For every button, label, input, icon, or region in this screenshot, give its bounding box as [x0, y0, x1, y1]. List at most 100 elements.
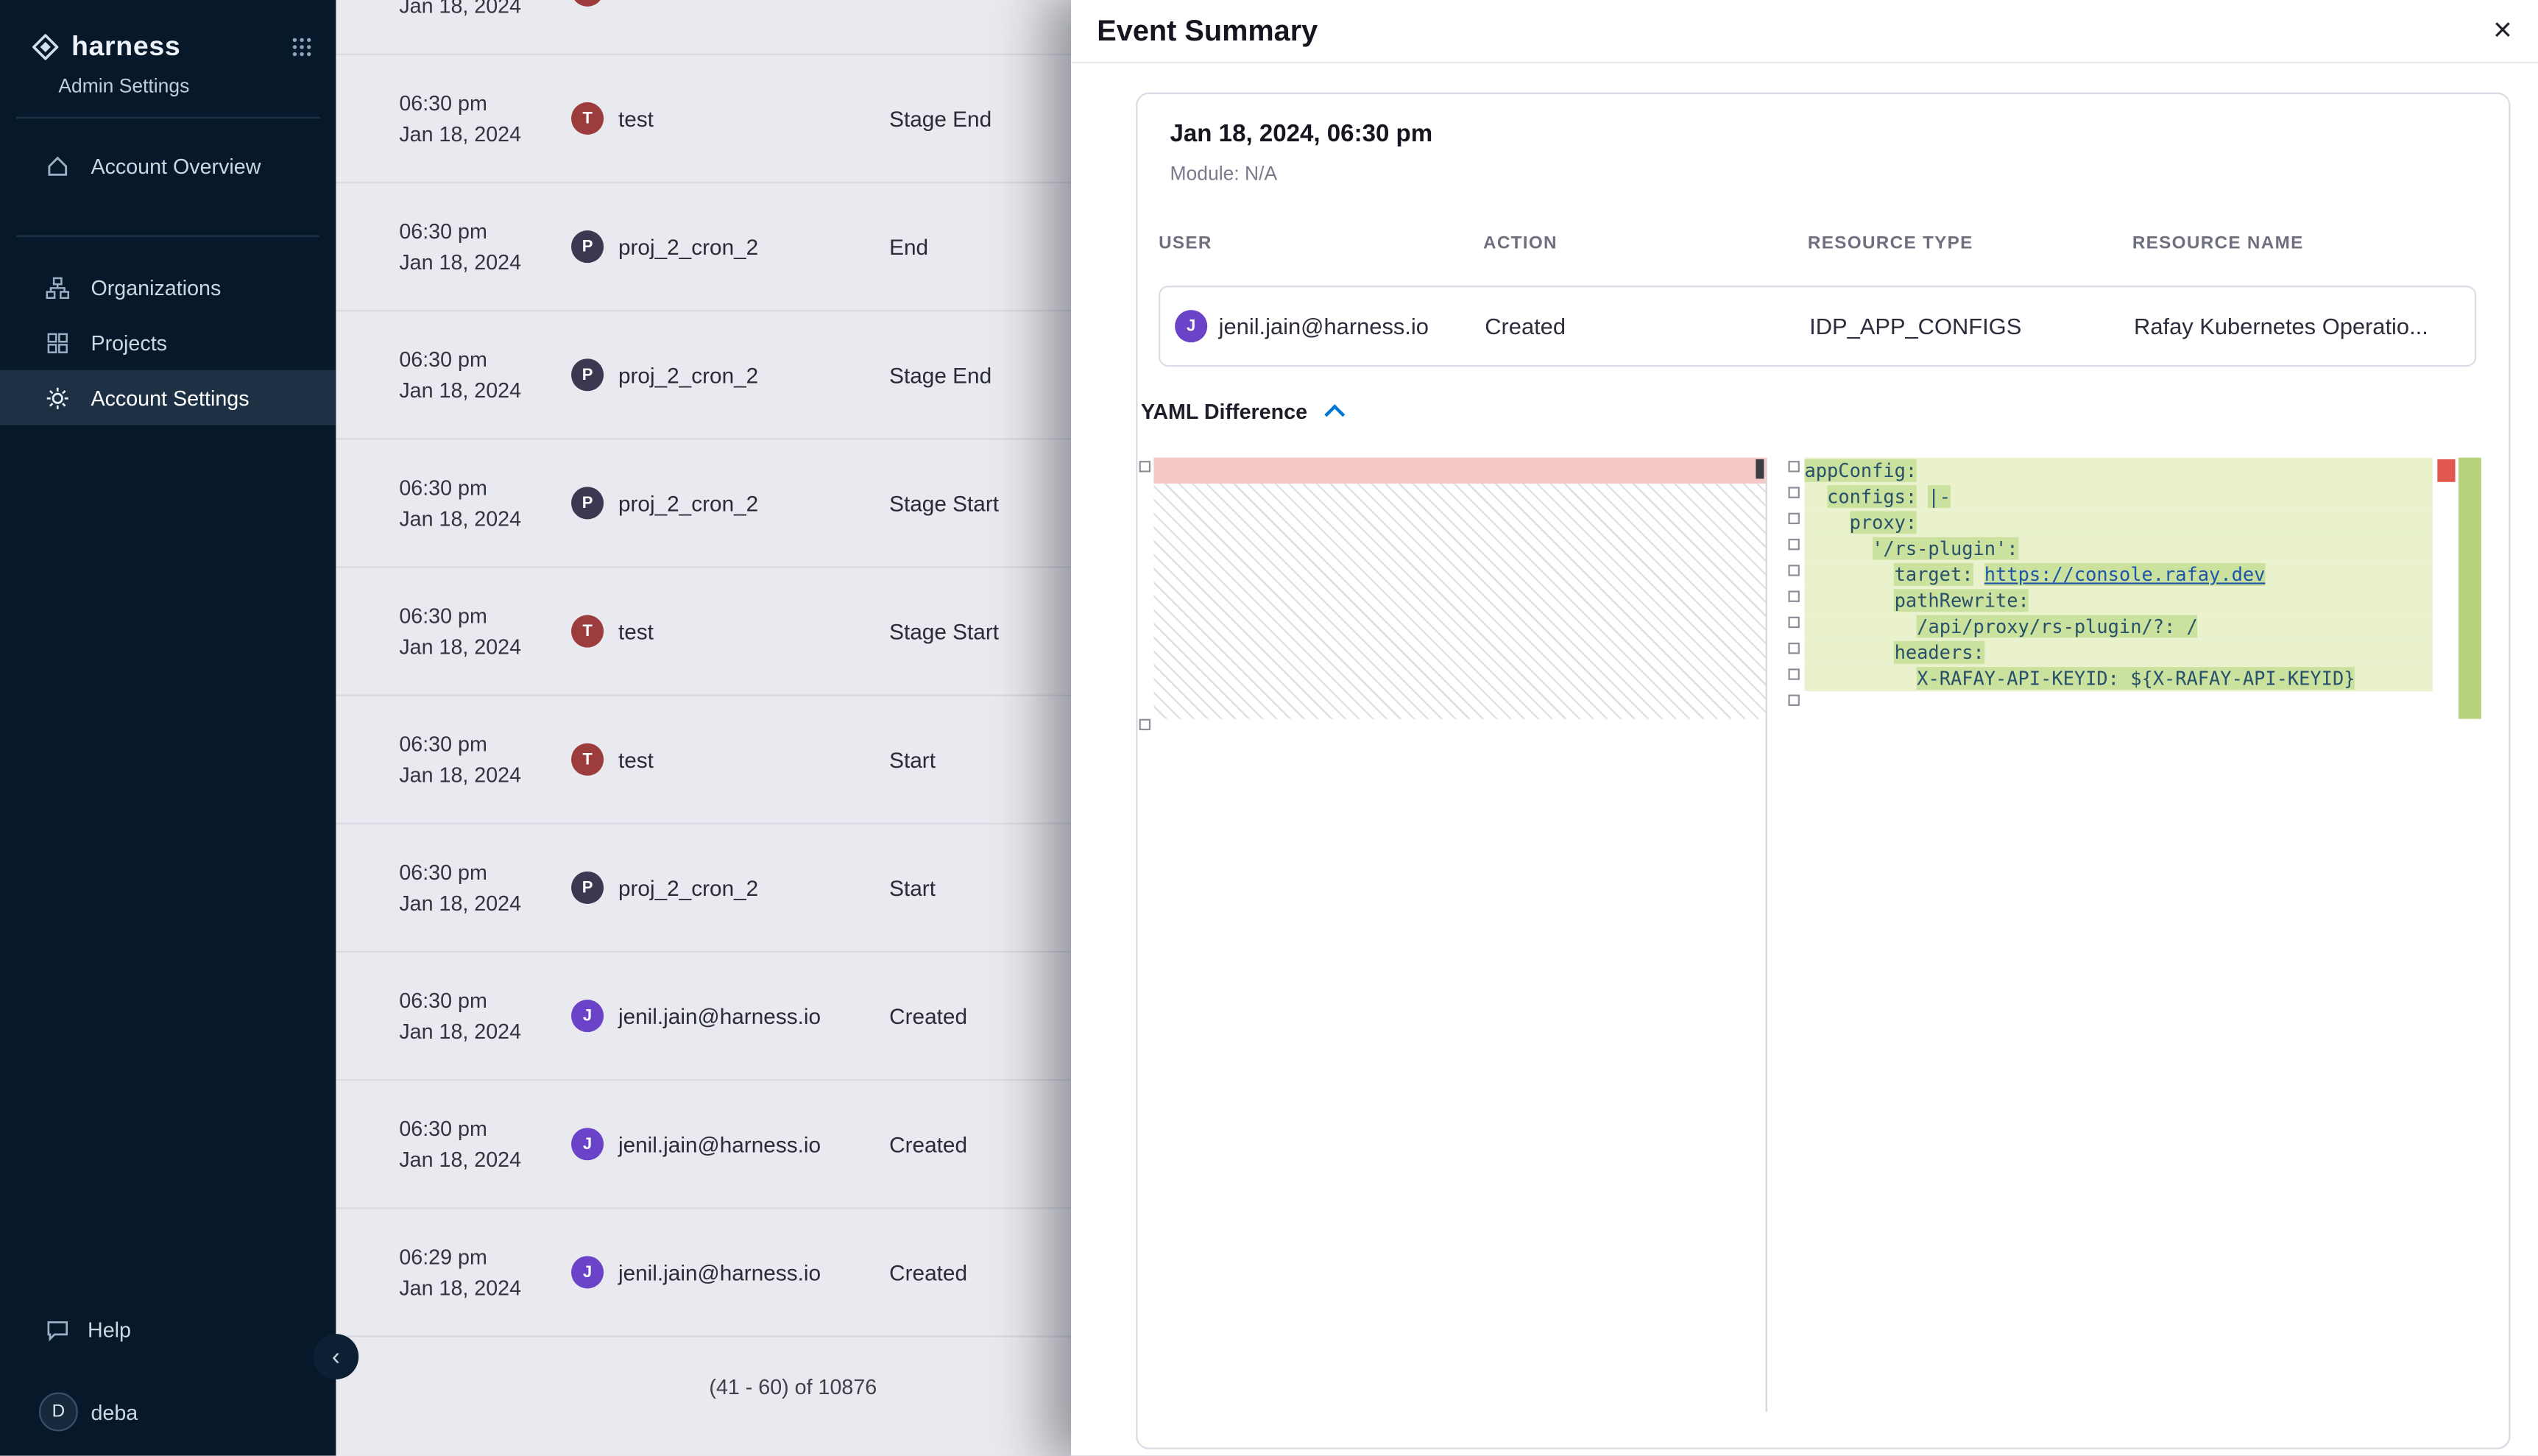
diff-fold-marker[interactable]	[1788, 695, 1799, 706]
yaml-diff-viewer: appConfig: configs: |- proxy: '/rs-plugi…	[1139, 458, 2481, 1412]
drawer-title: Event Summary	[1097, 0, 1318, 62]
row-time: 06:30 pm	[399, 476, 571, 500]
sidebar-item-projects[interactable]: Projects	[0, 315, 336, 370]
row-user: P proj_2_cron_2	[571, 872, 889, 904]
event-resource-type: IDP_APP_CONFIGS	[1809, 287, 2021, 365]
diff-added-line: configs: |-	[1805, 484, 2433, 509]
user-name: deba	[91, 1399, 138, 1424]
diff-removed-marker	[1756, 459, 1764, 478]
diff-fold-marker[interactable]	[1788, 668, 1799, 679]
row-action: End	[889, 0, 928, 2]
row-date: Jan 18, 2024	[399, 1148, 571, 1172]
table-row[interactable]: 06:30 pm Jan 18, 2024 P proj_2_cron_2 St…	[336, 824, 1136, 953]
module-grid-icon[interactable]	[291, 36, 314, 59]
table-row-inner: 06:30 pm Jan 18, 2024 T test Stage Start	[336, 568, 1136, 695]
table-row-inner: 06:30 pm Jan 18, 2024 P proj_2_cron_2 St…	[336, 439, 1136, 566]
row-date: Jan 18, 2024	[399, 763, 571, 787]
table-row[interactable]: 06:30 pm Jan 18, 2024 J jenil.jain@harne…	[336, 1081, 1136, 1209]
table-row-inner: 06:30 pm Jan 18, 2024 P proj_2_cron_2 St…	[336, 311, 1136, 438]
row-action: Stage End	[889, 106, 991, 130]
user-menu[interactable]: D deba	[39, 1393, 138, 1432]
row-timestamp: 06:30 pm Jan 18, 2024	[399, 347, 571, 403]
help-button[interactable]: Help	[46, 1318, 131, 1342]
event-resource-name: Rafay Kubernetes Operatio...	[2134, 287, 2481, 365]
sidebar-item-label: Projects	[91, 331, 167, 355]
table-row[interactable]: 06:30 pm Jan 18, 2024 T test Start	[336, 696, 1136, 824]
diff-fold-marker[interactable]	[1788, 461, 1799, 472]
row-user: J jenil.jain@harness.io	[571, 1256, 889, 1288]
diff-fold-marker[interactable]	[1139, 461, 1150, 472]
row-user: J jenil.jain@harness.io	[571, 1128, 889, 1160]
diff-fold-marker[interactable]	[1788, 539, 1799, 550]
row-time: 06:30 pm	[399, 347, 571, 372]
diff-added-line: '/rs-plugin':	[1805, 536, 2433, 562]
diff-fold-marker[interactable]	[1788, 565, 1799, 576]
diff-empty-filler	[1153, 484, 1765, 719]
diff-fold-marker[interactable]	[1139, 719, 1150, 730]
diff-link[interactable]: https://console.rafay.dev	[1984, 563, 2266, 586]
diff-fold-marker[interactable]	[1788, 513, 1799, 524]
sidebar-item-account-settings[interactable]: Account Settings	[0, 370, 336, 425]
table-row[interactable]: 06:30 pm Jan 18, 2024 P proj_2_cron_2 St…	[336, 311, 1136, 439]
diff-fold-marker[interactable]	[1788, 487, 1799, 498]
home-icon	[46, 153, 70, 177]
sidebar-item-account-overview[interactable]: Account Overview	[0, 138, 336, 193]
table-row[interactable]: 06:30 pm Jan 18, 2024 T test Stage Start	[336, 568, 1136, 696]
diff-fold-marker[interactable]	[1788, 590, 1799, 601]
row-user: T test	[571, 615, 889, 648]
row-date: Jan 18, 2024	[399, 1276, 571, 1300]
diff-removed-line	[1153, 458, 1765, 484]
diff-fold-marker[interactable]	[1788, 643, 1799, 654]
col-header-action: ACTION	[1483, 233, 1558, 252]
module-label: Module: N/A	[1170, 162, 1278, 185]
sidebar-divider	[16, 117, 319, 119]
gear-icon	[46, 386, 70, 410]
row-date: Jan 18, 2024	[399, 635, 571, 659]
diff-added-line: headers:	[1805, 640, 2433, 665]
row-date: Jan 18, 2024	[399, 891, 571, 915]
diff-gutter-left	[1139, 458, 1153, 1412]
table-row[interactable]: 06:30 pm Jan 18, 2024 T test End	[336, 0, 1136, 55]
col-header-resource-type: RESOURCE TYPE	[1808, 233, 1973, 252]
diff-fold-marker[interactable]	[1788, 617, 1799, 628]
row-user: P proj_2_cron_2	[571, 358, 889, 391]
table-row-inner: 06:30 pm Jan 18, 2024 J jenil.jain@harne…	[336, 1081, 1136, 1207]
user-avatar: D	[39, 1393, 78, 1432]
table-row[interactable]: 06:30 pm Jan 18, 2024 T test Stage End	[336, 55, 1136, 183]
row-avatar: P	[571, 358, 604, 391]
row-user: T test	[571, 102, 889, 135]
sidebar-collapse-button[interactable]: ‹	[313, 1334, 358, 1379]
table-row[interactable]: 06:30 pm Jan 18, 2024 P proj_2_cron_2 St…	[336, 439, 1136, 568]
row-avatar: T	[571, 102, 604, 135]
diff-added-line: appConfig:	[1805, 458, 2433, 484]
row-user: T test	[571, 0, 889, 7]
row-avatar: J	[571, 1256, 604, 1288]
row-action: Stage End	[889, 363, 991, 387]
sidebar-item-label: Account Overview	[91, 153, 261, 177]
diff-added-line: /api/proxy/rs-plugin/?: /	[1805, 613, 2433, 639]
row-time: 06:29 pm	[399, 1245, 571, 1269]
table-row-inner: 06:29 pm Jan 18, 2024 J jenil.jain@harne…	[336, 1209, 1136, 1335]
table-row[interactable]: 06:30 pm Jan 18, 2024 P proj_2_cron_2 En…	[336, 183, 1136, 311]
row-avatar: T	[571, 615, 604, 648]
row-action: Created	[889, 1004, 967, 1028]
row-avatar: P	[571, 872, 604, 904]
sidebar: harness Admin Settings Account Overview …	[0, 0, 336, 1456]
table-row[interactable]: 06:30 pm Jan 18, 2024 J jenil.jain@harne…	[336, 953, 1136, 1081]
diff-pane-right: appConfig: configs: |- proxy: '/rs-plugi…	[1788, 458, 2481, 1412]
table-row-inner: 06:30 pm Jan 18, 2024 P proj_2_cron_2 En…	[336, 183, 1136, 310]
yaml-difference-toggle[interactable]: YAML Difference	[1141, 399, 1341, 423]
close-icon[interactable]: ×	[2493, 10, 2512, 52]
audit-rows: 06:30 pm Jan 18, 2024 T test End 06:30 p…	[336, 0, 1136, 1337]
row-date: Jan 18, 2024	[399, 0, 571, 18]
row-date: Jan 18, 2024	[399, 121, 571, 146]
drawer-header: Event Summary ×	[1071, 0, 2538, 63]
row-avatar: P	[571, 230, 604, 263]
table-row[interactable]: 06:29 pm Jan 18, 2024 J jenil.jain@harne…	[336, 1209, 1136, 1337]
audit-trail-table: 06:30 pm Jan 18, 2024 T test End 06:30 p…	[336, 0, 1136, 1456]
row-avatar: T	[571, 0, 604, 7]
chevron-up-icon	[1323, 403, 1344, 424]
sidebar-item-organizations[interactable]: Organizations	[0, 260, 336, 315]
row-action: Start	[889, 747, 936, 771]
row-user: P proj_2_cron_2	[571, 487, 889, 519]
